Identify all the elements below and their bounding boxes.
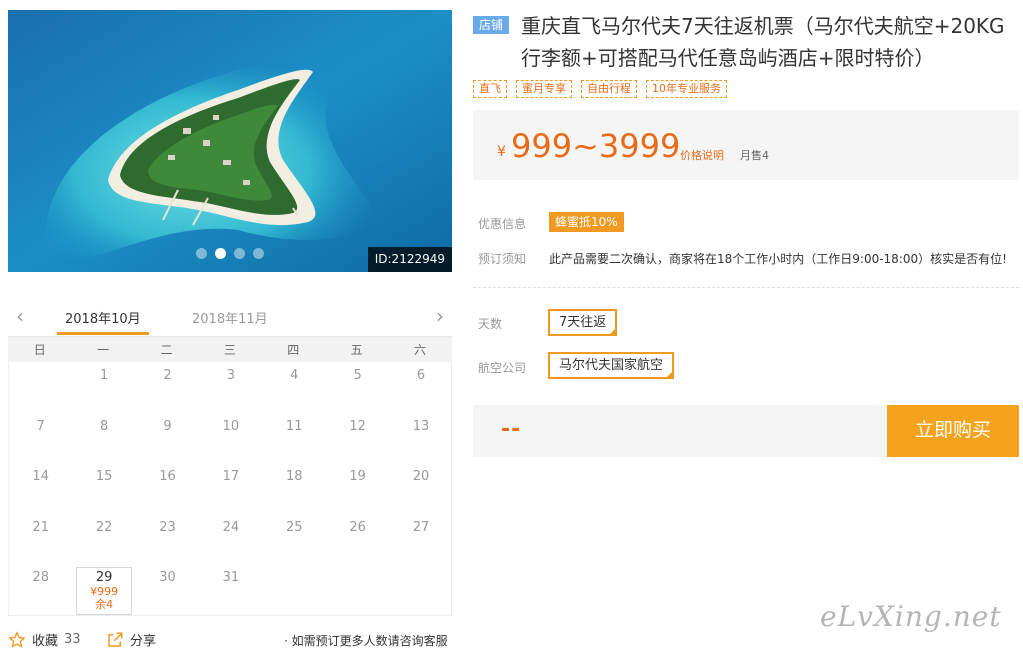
calendar-day: [326, 564, 389, 615]
island-photo: [8, 10, 452, 272]
buy-now-button[interactable]: 立即购买: [887, 405, 1019, 457]
calendar-day[interactable]: 16: [136, 463, 199, 514]
selected-corner-icon: [665, 370, 675, 379]
calendar-day[interactable]: 4: [263, 362, 326, 413]
weekday-label: 日: [33, 343, 46, 357]
feature-chip: 直飞: [473, 80, 507, 98]
prev-month-arrow-icon[interactable]: ‹: [12, 306, 28, 326]
product-title: 重庆直飞马尔代夫7天往返机票（马尔代夫航空+20KG行李额+可搭配马代任意岛屿酒…: [521, 14, 1005, 70]
calendar-day[interactable]: 21: [9, 514, 72, 565]
calendar-day[interactable]: 28: [9, 564, 72, 615]
active-month-indicator: [57, 332, 149, 335]
feature-chips: 直飞 蜜月专享 自由行程 10年专业服务: [473, 80, 727, 98]
weekday-label: 三: [223, 343, 236, 357]
calendar-grid: 1 2 3 4 5 6 7 8 9 10 11 12 13 14 15 16 17 18 19 20 21 22 23 24 2…: [8, 362, 452, 616]
calendar-day[interactable]: 12: [326, 413, 389, 464]
day-stock: 余4: [95, 598, 114, 611]
calendar-day[interactable]: 25: [263, 514, 326, 565]
day-price: ¥999: [90, 585, 119, 598]
product-hero-image[interactable]: ID:2122949: [8, 10, 452, 272]
airline-option-button[interactable]: 马尔代夫国家航空: [548, 352, 675, 379]
day-number: 29: [95, 570, 113, 585]
days-label: 天数: [478, 317, 503, 331]
calendar-day: [263, 564, 326, 615]
total-price: --: [501, 417, 522, 442]
calendar-day[interactable]: 11: [263, 413, 326, 464]
calendar-day[interactable]: 17: [199, 463, 262, 514]
weekday-label: 六: [414, 343, 427, 357]
days-option-button[interactable]: 7天往返: [548, 309, 618, 336]
calendar-day: [9, 362, 72, 413]
date-calendar: ‹ 2018年10月 2018年11月 › 日一二三四五六 1234567891…: [8, 298, 452, 616]
calendar-day[interactable]: 30: [136, 564, 199, 615]
calendar-day[interactable]: 13: [389, 413, 452, 464]
promo-label: 优惠信息: [478, 217, 527, 231]
calendar-day[interactable]: 26: [326, 514, 389, 565]
carousel-dot[interactable]: [253, 248, 264, 259]
product-id-label: ID:2122949: [367, 247, 452, 272]
month-tab-2[interactable]: 2018年11月: [192, 308, 268, 327]
favorite-count: 33: [64, 632, 81, 647]
calendar-day[interactable]: 19: [326, 463, 389, 514]
carousel-dot[interactable]: [196, 248, 207, 259]
notice-label: 预订须知: [478, 252, 527, 266]
calendar-day[interactable]: 7: [9, 413, 72, 464]
airline-option-label: 马尔代夫国家航空: [559, 358, 664, 373]
price-range: 999~3999: [511, 127, 681, 165]
calendar-day[interactable]: 15: [72, 463, 135, 514]
calendar-day[interactable]: 20: [389, 463, 452, 514]
calendar-day: [389, 564, 452, 615]
calendar-day[interactable]: 8: [72, 413, 135, 464]
star-icon: [8, 630, 26, 648]
price-note-link[interactable]: 价格说明: [680, 147, 724, 163]
carousel-dot[interactable]: [234, 248, 245, 259]
shop-tag: 店铺: [473, 16, 509, 34]
share-button[interactable]: 分享: [106, 630, 156, 649]
feature-chip: 10年专业服务: [646, 80, 727, 98]
consult-note: · 如需预订更多人数请咨询客服: [284, 634, 448, 648]
days-option-label: 7天往返: [559, 315, 607, 330]
calendar-day[interactable]: 18: [263, 463, 326, 514]
monthly-sales: 月售4: [740, 149, 769, 162]
share-label: 分享: [130, 634, 157, 649]
airline-label: 航空公司: [478, 361, 527, 375]
booking-notice: 此产品需要二次确认，商家将在18个工作小时内（工作日9:00-18:00）核实是…: [549, 252, 1007, 266]
promo-badge: 蜂蜜抵10%: [549, 212, 624, 232]
weekday-label: 一: [97, 343, 110, 357]
calendar-day[interactable]: 3: [199, 362, 262, 413]
calendar-day[interactable]: 5: [326, 362, 389, 413]
calendar-day[interactable]: 10: [199, 413, 262, 464]
calendar-day[interactable]: 23: [136, 514, 199, 565]
share-icon: [108, 632, 123, 647]
next-month-arrow-icon[interactable]: ›: [432, 306, 448, 326]
calendar-day[interactable]: 6: [389, 362, 452, 413]
selected-corner-icon: [608, 327, 618, 336]
calendar-nav: ‹ 2018年10月 2018年11月 ›: [8, 298, 452, 336]
favorite-label: 收藏: [32, 634, 59, 649]
weekday-label: 四: [287, 343, 300, 357]
calendar-day[interactable]: 9: [136, 413, 199, 464]
calendar-day[interactable]: 31: [199, 564, 262, 615]
calendar-day[interactable]: 2: [136, 362, 199, 413]
carousel-dots: [196, 248, 264, 259]
feature-chip: 蜜月专享: [516, 80, 572, 98]
price-panel: ¥ 999~3999 价格说明 月售4: [473, 110, 1019, 180]
carousel-dot[interactable]: [215, 248, 226, 259]
favorite-button[interactable]: 收藏 33: [8, 630, 81, 649]
calendar-day[interactable]: 22: [72, 514, 135, 565]
currency-symbol: ¥: [497, 144, 506, 160]
calendar-day[interactable]: 1: [72, 362, 135, 413]
watermark-logo: eLvXing.net: [820, 600, 1002, 633]
calendar-day-selected[interactable]: 29 ¥999 余4: [76, 567, 132, 615]
weekday-header: 日一二三四五六: [8, 336, 452, 362]
month-tab-1[interactable]: 2018年10月: [65, 308, 141, 327]
total-price-bar: --: [473, 405, 887, 457]
feature-chip: 自由行程: [581, 80, 637, 98]
section-divider: [473, 287, 1019, 288]
weekday-label: 二: [160, 343, 173, 357]
calendar-day[interactable]: 24: [199, 514, 262, 565]
calendar-day[interactable]: 27: [389, 514, 452, 565]
calendar-day[interactable]: 14: [9, 463, 72, 514]
weekday-label: 五: [350, 343, 363, 357]
